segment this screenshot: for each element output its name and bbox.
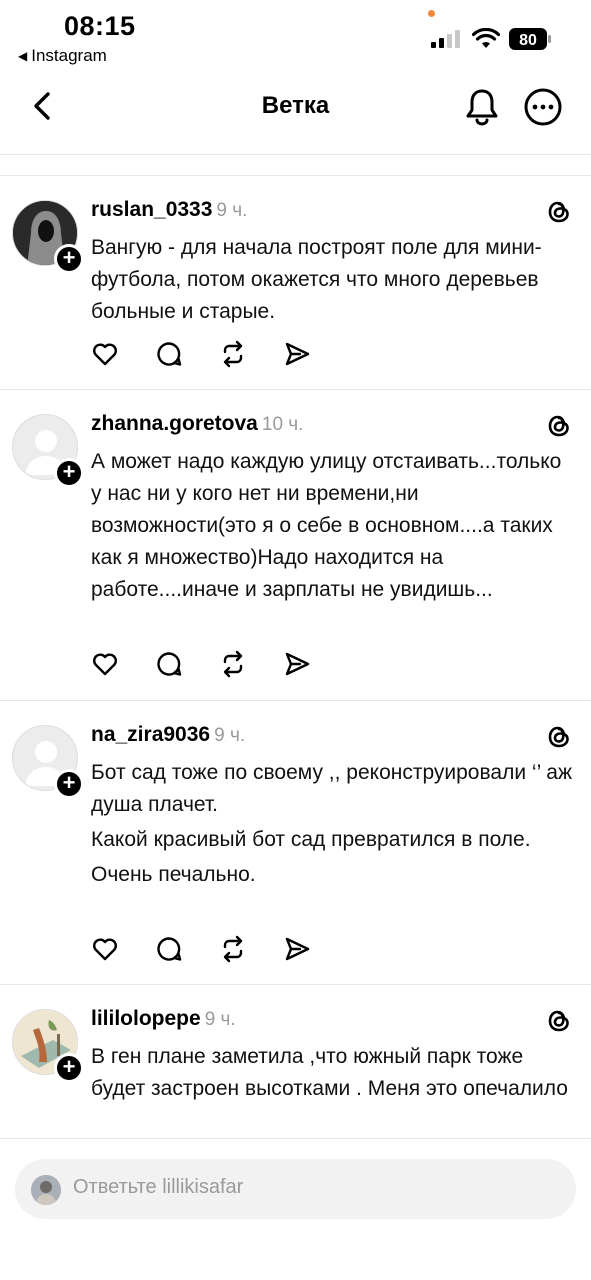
threads-icon[interactable]: [545, 1007, 573, 1035]
avatar-wrap[interactable]: +: [12, 1009, 84, 1083]
threads-icon[interactable]: [545, 723, 573, 751]
avatar-wrap[interactable]: +: [12, 725, 84, 799]
action-bar: [91, 338, 347, 370]
follow-plus-button[interactable]: +: [54, 1053, 84, 1083]
like-button[interactable]: [91, 933, 155, 965]
username[interactable]: na_zira9036: [91, 723, 210, 746]
send-icon: [285, 652, 310, 676]
username[interactable]: ruslan_0333: [91, 198, 212, 221]
current-user-avatar: [31, 1175, 61, 1205]
comment-paragraph: Бот сад тоже по своему ,, реконструирова…: [91, 761, 573, 816]
comment-text: В ген плане заметила ,что южный парк тож…: [91, 1041, 577, 1105]
comment-button[interactable]: [155, 933, 219, 965]
current-user-avatar-image: [31, 1175, 61, 1205]
status-bar: 08:15 ◀ Instagram 80: [0, 0, 591, 70]
share-button[interactable]: [283, 933, 347, 965]
send-icon: [285, 342, 310, 366]
comment: + na_zira9036 9 ч. Бот сад тоже по своему…: [0, 701, 591, 985]
reply-input[interactable]: Ответьте lillikisafar: [15, 1159, 576, 1219]
heart-icon: [93, 653, 117, 676]
comment-text: Бот сад тоже по своему ,, реконструирова…: [91, 757, 577, 891]
repost-icon: [223, 340, 243, 368]
comment: + ruslan_0333 9 ч. Вангую - для начала по…: [0, 176, 591, 390]
follow-plus-button[interactable]: +: [54, 244, 84, 274]
comment: + lililolopepe 9 ч. В ген плане заметила …: [0, 985, 591, 1138]
like-button[interactable]: [91, 338, 155, 370]
follow-plus-button[interactable]: +: [54, 458, 84, 488]
status-time: 08:15: [64, 11, 136, 41]
back-triangle-icon: ◀: [18, 49, 28, 63]
timestamp: 10 ч.: [261, 414, 304, 435]
comment-text: Вангую - для начала построят поле для ми…: [91, 232, 577, 328]
comment-paragraph: В ген плане заметила ,что южный парк тож…: [91, 1045, 568, 1100]
timestamp: 9 ч.: [216, 200, 248, 221]
timestamp: 9 ч.: [204, 1009, 236, 1030]
comment-icon: [157, 342, 182, 366]
comment-text: А может надо каждую улицу отстаивать...т…: [91, 446, 577, 606]
avatar-wrap[interactable]: +: [12, 200, 84, 274]
repost-button[interactable]: [219, 933, 283, 965]
comment-paragraph: Какой красивый бот сад превратился в пол…: [91, 828, 531, 851]
privacy-dot: [428, 10, 435, 17]
comment-paragraph: Вангую - для начала построят поле для ми…: [91, 236, 542, 323]
header: Ветка: [0, 70, 591, 155]
repost-icon: [223, 935, 243, 963]
reply-bar: Ответьте lillikisafar: [0, 1138, 591, 1280]
username[interactable]: zhanna.goretova: [91, 412, 258, 435]
timestamp: 9 ч.: [214, 725, 246, 746]
repost-icon: [223, 650, 243, 678]
like-button[interactable]: [91, 648, 155, 680]
comment-icon: [157, 652, 182, 676]
comment-header: ruslan_0333 9 ч.: [91, 198, 247, 222]
avatar-wrap[interactable]: +: [12, 414, 84, 488]
battery-icon: 80: [509, 28, 551, 50]
share-button[interactable]: [283, 648, 347, 680]
cellular-signal-icon: [431, 30, 460, 48]
comment-header: lililolopepe 9 ч.: [91, 1007, 236, 1031]
action-bar: [91, 648, 347, 680]
comment-paragraph: Очень печально.: [91, 863, 256, 886]
threads-icon[interactable]: [545, 198, 573, 226]
username[interactable]: lililolopepe: [91, 1007, 201, 1030]
threads-icon[interactable]: [545, 412, 573, 440]
heart-icon: [93, 343, 117, 366]
follow-plus-button[interactable]: +: [54, 769, 84, 799]
comment-button[interactable]: [155, 648, 219, 680]
heart-icon: [93, 938, 117, 961]
comment: + zhanna.goretova 10 ч. А может надо кажд…: [0, 390, 591, 701]
comment-header: na_zira9036 9 ч.: [91, 723, 245, 747]
page-title: Ветка: [261, 92, 330, 119]
comment-paragraph: А может надо каждую улицу отстаивать...т…: [91, 450, 562, 601]
send-icon: [285, 937, 310, 961]
wifi-icon: [472, 28, 500, 48]
back-app-label: Instagram: [31, 46, 107, 65]
battery-level: 80: [519, 32, 537, 49]
comment-header: zhanna.goretova 10 ч.: [91, 412, 303, 436]
repost-button[interactable]: [219, 338, 283, 370]
comment-icon: [157, 937, 182, 961]
share-button[interactable]: [283, 338, 347, 370]
more-icon[interactable]: [522, 86, 564, 128]
action-bar: [91, 933, 347, 965]
reply-placeholder: Ответьте lillikisafar: [73, 1176, 244, 1198]
repost-button[interactable]: [219, 648, 283, 680]
comment-button[interactable]: [155, 338, 219, 370]
bell-icon[interactable]: [462, 86, 502, 126]
back-to-app-link[interactable]: ◀ Instagram: [18, 46, 107, 66]
